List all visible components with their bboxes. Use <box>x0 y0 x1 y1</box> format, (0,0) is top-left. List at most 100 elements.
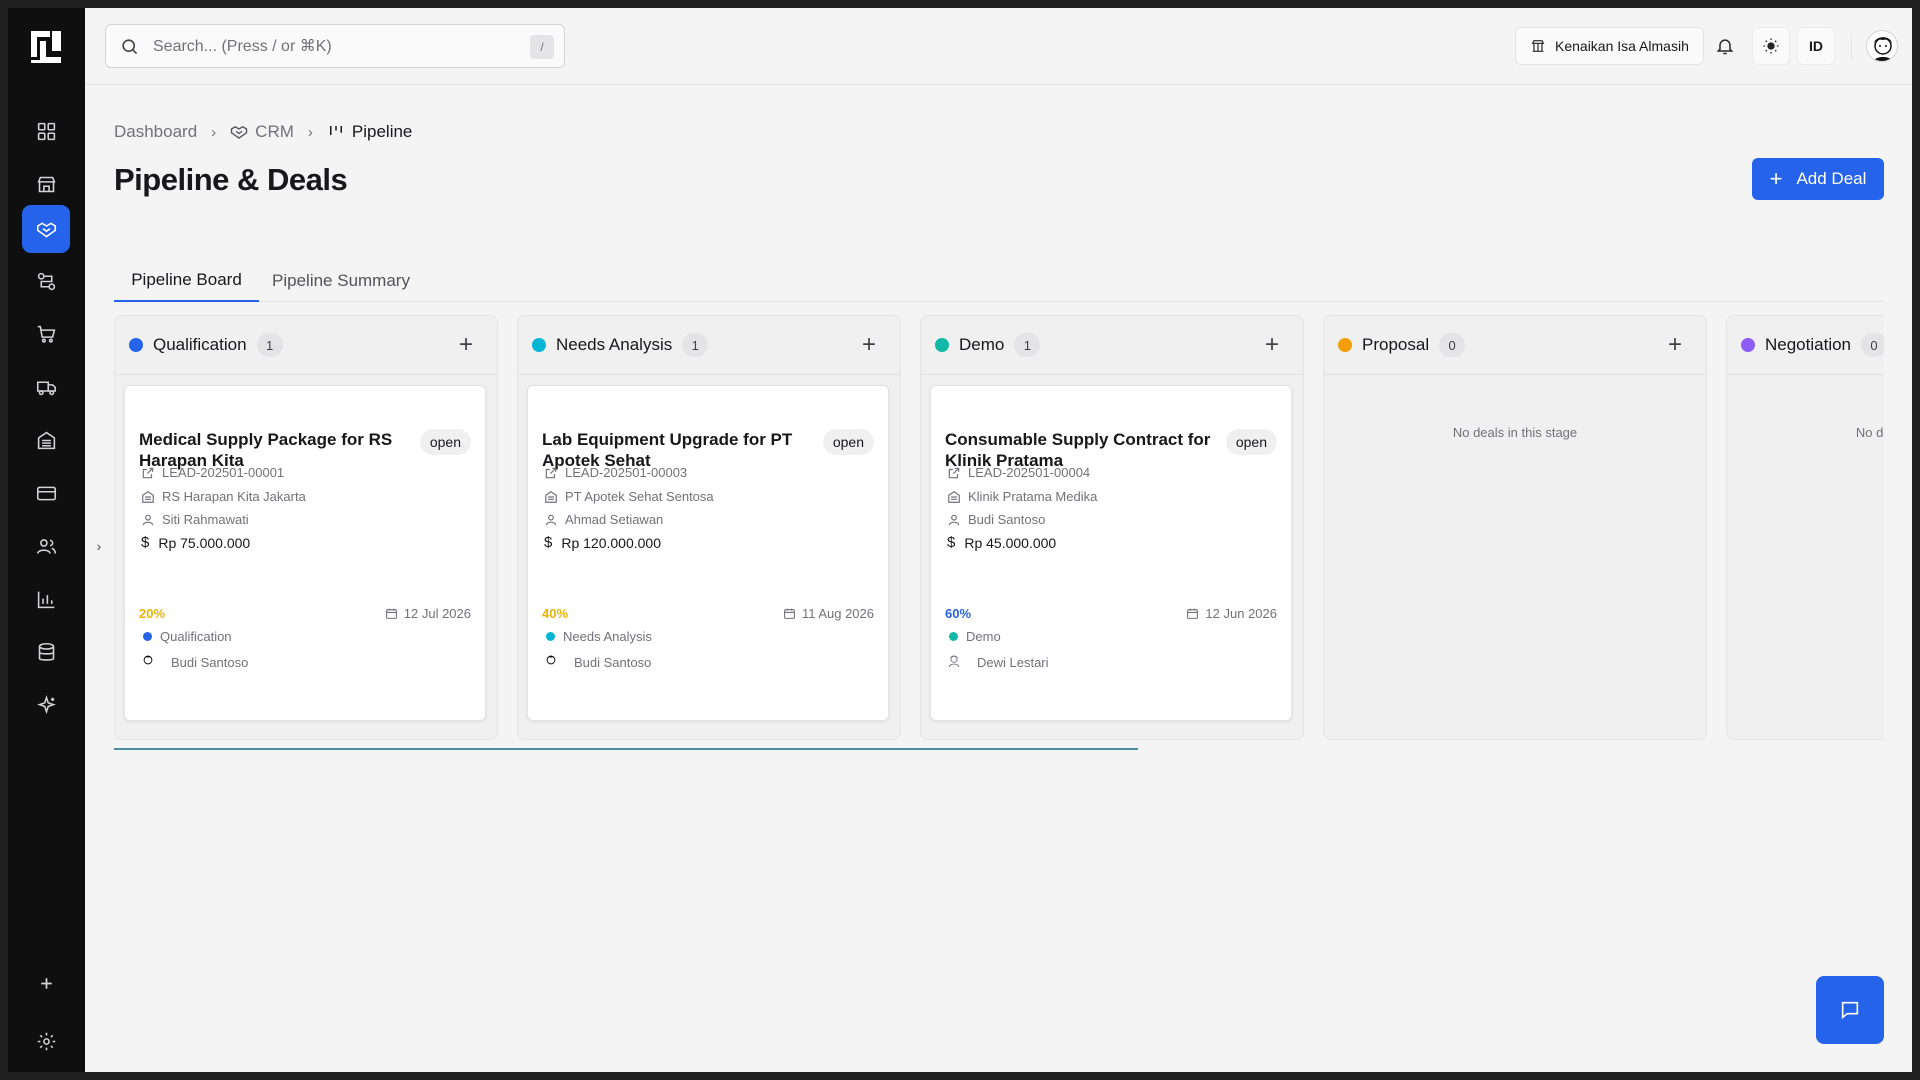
app-logo[interactable] <box>28 29 64 65</box>
cart-icon <box>37 325 55 343</box>
page-title: Pipeline & Deals <box>114 162 348 197</box>
tenant-switcher-button[interactable]: Kenaikan Isa Almasih <box>1515 27 1704 65</box>
top-header: Search... (Press / or ⌘K) / Kenaikan Isa… <box>85 8 1912 85</box>
owner-avatar <box>544 653 562 671</box>
pipeline-board: Qualification 1 + Medical Supply Package… <box>114 315 1884 740</box>
status-badge: open <box>1225 429 1277 455</box>
handshake-icon <box>36 221 56 237</box>
deal-owner: Budi Santoso <box>141 653 248 671</box>
deal-company: PT Apotek Sehat Sentosa <box>544 489 714 504</box>
sidebar-settings-button[interactable] <box>22 1017 70 1065</box>
deal-value: $ Rp 120.000.000 <box>544 534 661 551</box>
sidebar-item-dashboard[interactable] <box>22 107 70 155</box>
stage-color-dot <box>129 338 143 352</box>
deal-value: $ Rp 75.000.000 <box>141 534 251 551</box>
deal-close-date: 11 Aug 2026 <box>783 606 874 621</box>
stage-dot <box>546 632 555 641</box>
status-badge: open <box>822 429 874 455</box>
sidebar-item-warehouse[interactable] <box>22 416 70 464</box>
deal-probability: 40% <box>542 606 569 621</box>
building-icon <box>37 431 55 449</box>
add-deal-to-stage-button[interactable]: + <box>1259 332 1285 358</box>
stage-color-dot <box>935 338 949 352</box>
scrollbar-thumb[interactable] <box>114 748 1138 750</box>
breadcrumb-separator: › <box>211 123 217 141</box>
users-icon <box>36 538 56 554</box>
sidebar-item-users[interactable] <box>22 522 70 570</box>
external-link-icon <box>948 467 960 478</box>
dollar-icon: $ <box>141 534 150 551</box>
user-icon <box>142 514 154 525</box>
sun-icon <box>1763 38 1779 54</box>
deal-card[interactable]: Consumable Supply Contract for Klinik Pr… <box>930 385 1292 721</box>
notifications-button[interactable] <box>1712 33 1738 59</box>
plus-icon: + <box>1769 166 1783 191</box>
add-deal-to-stage-button[interactable]: + <box>453 332 479 358</box>
deal-card[interactable]: Medical Supply Package for RS Harapan Ki… <box>124 385 486 721</box>
stage-column-demo: Demo 1 + Consumable Supply Contract for … <box>920 315 1304 740</box>
stage-column-qualification: Qualification 1 + Medical Supply Package… <box>114 315 498 740</box>
add-deal-to-stage-button[interactable]: + <box>1662 332 1688 358</box>
user-icon <box>948 514 960 525</box>
tab-pipeline-summary[interactable]: Pipeline Summary <box>271 260 411 302</box>
sidebar-item-workflow[interactable] <box>22 257 70 305</box>
truck-icon <box>36 380 56 395</box>
stage-color-dot <box>532 338 546 352</box>
deal-stage: Qualification <box>141 629 232 644</box>
deal-close-date: 12 Jul 2026 <box>385 606 471 621</box>
column-header: Proposal 0 + <box>1324 316 1706 375</box>
search-shortcut-badge: / <box>530 35 554 59</box>
header-divider <box>1851 34 1852 60</box>
calendar-icon <box>385 608 397 619</box>
sidebar-item-crm[interactable] <box>22 205 70 253</box>
dashboard-icon <box>37 122 55 140</box>
theme-toggle-button[interactable] <box>1752 27 1790 65</box>
chat-button[interactable] <box>1816 976 1884 1044</box>
sidebar-item-payments[interactable] <box>22 469 70 517</box>
column-count-badge: 1 <box>682 333 709 357</box>
sidebar-item-store[interactable] <box>22 160 70 208</box>
calendar-icon <box>1187 608 1199 619</box>
sidebar-item-database[interactable] <box>22 628 70 676</box>
sidebar-item-delivery[interactable] <box>22 363 70 411</box>
deal-contact: Siti Rahmawati <box>141 512 249 527</box>
sidebar-add-button[interactable] <box>22 959 70 1007</box>
user-avatar[interactable] <box>1866 30 1898 62</box>
gear-icon <box>37 1032 55 1050</box>
search-placeholder: Search... (Press / or ⌘K) <box>153 38 332 55</box>
sidebar-item-ai[interactable] <box>22 681 70 729</box>
column-header: Needs Analysis 1 + <box>518 316 900 375</box>
sidebar-item-reports[interactable] <box>22 575 70 623</box>
column-count-badge: 1 <box>1014 333 1041 357</box>
sidebar-collapse-toggle[interactable]: › <box>92 534 106 558</box>
breadcrumb-crm[interactable]: CRM <box>255 122 294 142</box>
empty-stage-message: No deals in this stage <box>1452 425 1578 440</box>
board-horizontal-scrollbar[interactable] <box>114 747 1144 751</box>
external-link-icon <box>545 467 557 478</box>
language-button[interactable]: ID <box>1797 27 1835 65</box>
sidebar <box>8 8 85 1072</box>
column-title: Proposal <box>1362 335 1430 354</box>
search-input[interactable]: Search... (Press / or ⌘K) / <box>105 24 565 68</box>
stage-column-proposal: Proposal 0 + No deals in this stage <box>1323 315 1707 740</box>
deal-card[interactable]: Lab Equipment Upgrade for PT Apotek Seha… <box>527 385 889 721</box>
column-title: Qualification <box>153 335 247 354</box>
column-count-badge: 1 <box>256 333 283 357</box>
kanban-icon <box>329 126 342 135</box>
stage-dot <box>143 632 152 641</box>
breadcrumb-dashboard[interactable]: Dashboard <box>114 122 197 142</box>
deal-value: $ Rp 45.000.000 <box>947 534 1057 551</box>
column-title: Negotiation <box>1765 335 1852 354</box>
status-badge: open <box>419 429 471 455</box>
add-deal-button[interactable]: + Add Deal <box>1752 158 1884 200</box>
workflow-icon <box>37 272 55 290</box>
add-deal-to-stage-button[interactable]: + <box>856 332 882 358</box>
column-count-badge: 0 <box>1439 333 1466 357</box>
tab-pipeline-board[interactable]: Pipeline Board <box>114 260 259 302</box>
calendar-icon <box>784 608 795 619</box>
external-link-icon <box>142 467 154 478</box>
column-count-badge: 0 <box>1861 333 1884 357</box>
sidebar-item-sales[interactable] <box>22 310 70 358</box>
deal-company: Klinik Pratama Medika <box>947 489 1097 504</box>
add-deal-label: Add Deal <box>1796 169 1867 188</box>
